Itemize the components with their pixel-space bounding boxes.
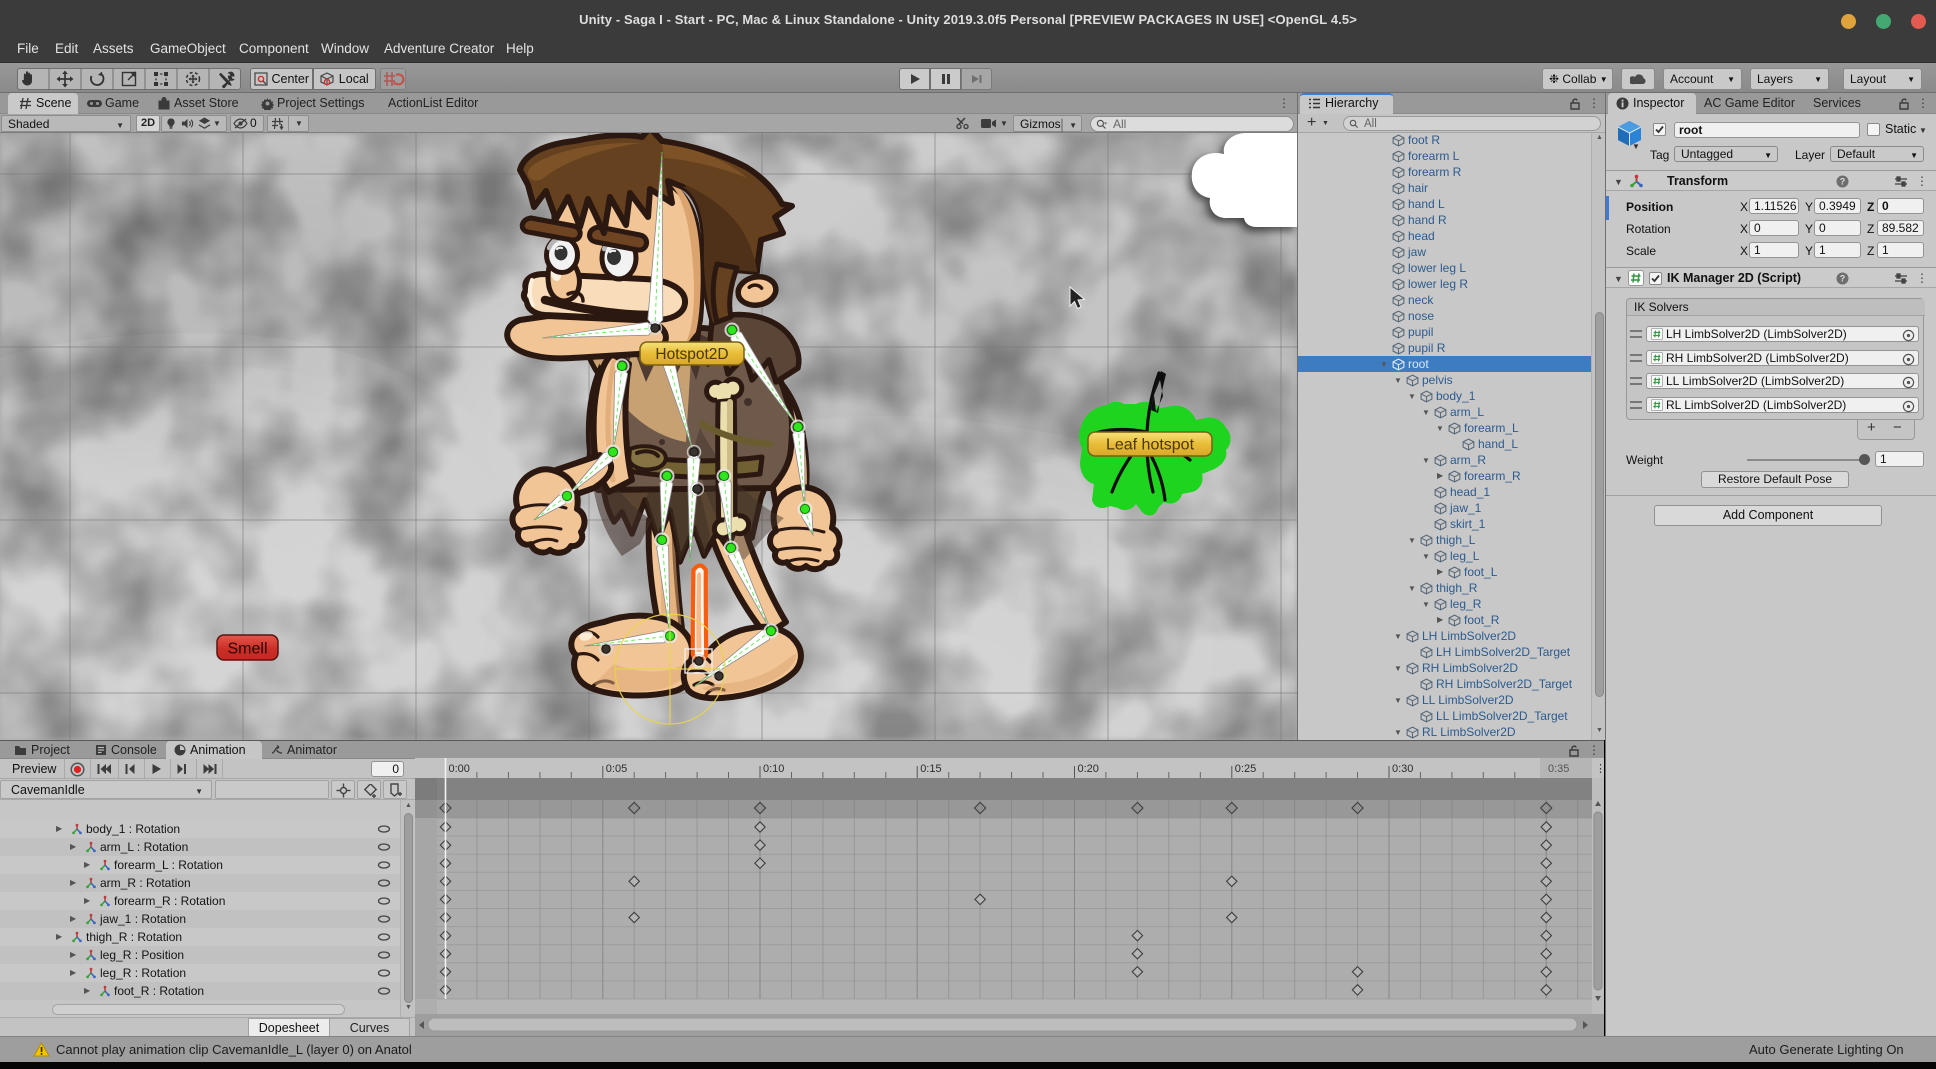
svg-text:0:35: 0:35: [1548, 763, 1569, 775]
svg-text:⋮: ⋮: [1595, 763, 1604, 775]
svg-text:0:25: 0:25: [1235, 763, 1256, 775]
svg-text:0:20: 0:20: [1078, 763, 1099, 775]
svg-text:Hotspot2D: Hotspot2D: [655, 346, 728, 363]
svg-text:Leaf hotspot: Leaf hotspot: [1106, 437, 1195, 454]
svg-text:0:00: 0:00: [449, 763, 470, 775]
svg-text:Smell: Smell: [227, 641, 267, 658]
svg-text:0:10: 0:10: [763, 763, 784, 775]
svg-text:?: ?: [1840, 274, 1846, 284]
svg-text:0:30: 0:30: [1392, 763, 1413, 775]
svg-text:0:15: 0:15: [920, 763, 941, 775]
svg-text:0:05: 0:05: [606, 763, 627, 775]
svg-text:?: ?: [1840, 177, 1846, 187]
